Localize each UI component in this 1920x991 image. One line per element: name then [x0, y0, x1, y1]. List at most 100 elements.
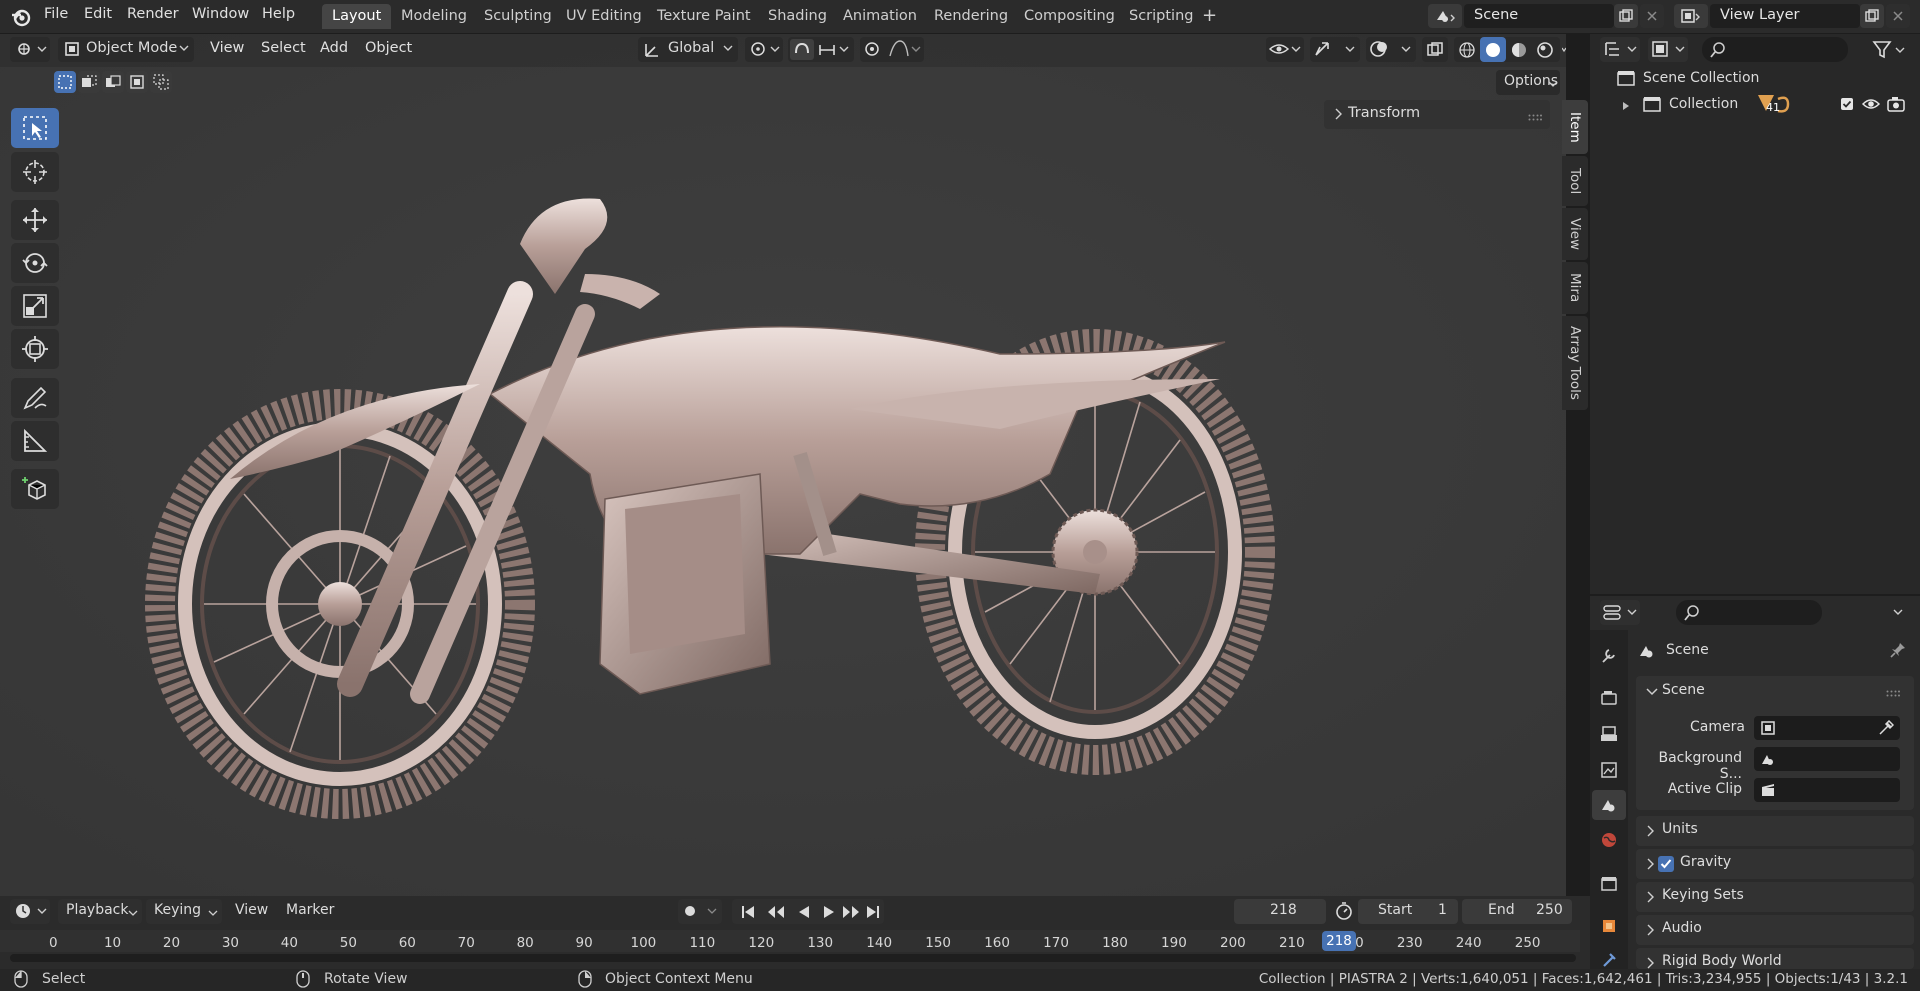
tab-rendering[interactable]: Rendering [924, 4, 1018, 29]
drag-handle-icon[interactable] [1886, 686, 1900, 702]
collection-label[interactable]: Collection [1669, 96, 1738, 112]
view-layer-field[interactable]: View Layer [1710, 4, 1860, 28]
exclude-checkbox-icon[interactable] [1840, 97, 1854, 115]
tab-array-tools[interactable]: Array Tools [1562, 316, 1588, 410]
add-workspace-button[interactable]: + [1202, 5, 1217, 26]
units-panel[interactable]: Units [1636, 816, 1914, 846]
playback-menu[interactable]: Playback [58, 899, 142, 924]
tab-scripting[interactable]: Scripting [1119, 4, 1203, 29]
stopwatch-icon[interactable] [1334, 901, 1354, 925]
delete-view-layer-icon[interactable] [1886, 4, 1910, 28]
collection-contents-icon[interactable]: 41 [1756, 93, 1796, 114]
timeline-scrollbar[interactable] [10, 954, 1576, 962]
timeline-editor-type-dropdown[interactable] [10, 899, 50, 924]
gravity-checkbox[interactable] [1658, 856, 1674, 876]
tab-layout[interactable]: Layout [322, 4, 392, 29]
select-extend-icon[interactable] [78, 71, 100, 93]
camera-render-icon[interactable] [1887, 96, 1905, 116]
playhead-frame-label[interactable]: 218 [1322, 931, 1356, 951]
tool-settings-icon[interactable] [1594, 642, 1624, 670]
active-clip-field[interactable] [1754, 778, 1900, 802]
start-frame-field[interactable]: Start 1 [1358, 899, 1458, 924]
play-reverse-icon[interactable] [790, 899, 818, 924]
scene-properties-icon[interactable] [1592, 790, 1626, 820]
chevron-down-icon[interactable] [1892, 606, 1904, 622]
tab-shading[interactable]: Shading [758, 4, 837, 29]
select-new-icon[interactable] [54, 71, 76, 93]
visibility-dropdown[interactable] [1266, 37, 1304, 62]
properties-editor-type-dropdown[interactable] [1600, 600, 1640, 625]
display-mode-dropdown[interactable] [1648, 37, 1688, 62]
output-properties-icon[interactable] [1594, 720, 1624, 748]
tab-sculpting[interactable]: Sculpting [474, 4, 562, 29]
blender-logo-icon[interactable] [10, 6, 32, 28]
transform-orientation-dropdown[interactable]: Global [638, 37, 738, 62]
select-subtract-icon[interactable] [102, 71, 124, 93]
snapping-controls[interactable] [788, 37, 854, 62]
jump-start-icon[interactable] [734, 899, 762, 924]
wireframe-shading-icon[interactable] [1454, 37, 1480, 62]
timeline-menu-view[interactable]: View [235, 902, 268, 918]
rotate-tool[interactable] [11, 243, 59, 283]
shading-popover-icon[interactable] [1561, 44, 1567, 60]
view-layer-icon[interactable] [1674, 4, 1708, 28]
filter-icon[interactable] [1872, 40, 1908, 64]
scene-name-field[interactable]: Scene [1464, 4, 1614, 28]
editor-type-dropdown[interactable] [10, 37, 50, 62]
overlays-dropdown[interactable] [1366, 37, 1416, 62]
outliner-search-input[interactable] [1702, 37, 1848, 62]
background-scene-field[interactable] [1754, 747, 1900, 771]
cursor-tool[interactable] [11, 152, 59, 192]
prev-keyframe-icon[interactable] [762, 899, 790, 924]
auto-keying-toggle[interactable] [678, 899, 722, 924]
eyedropper-icon[interactable] [1878, 719, 1895, 740]
select-intersect-icon[interactable] [150, 71, 172, 93]
viewport-menu-object[interactable]: Object [365, 40, 412, 56]
end-frame-field[interactable]: End 250 [1462, 899, 1572, 924]
expand-arrow-icon[interactable] [1622, 99, 1630, 115]
object-mode-dropdown[interactable]: Object Mode [58, 37, 194, 62]
gizmo-dropdown[interactable] [1310, 37, 1360, 62]
current-frame-field[interactable]: 218 [1234, 899, 1326, 924]
render-properties-icon[interactable] [1594, 684, 1624, 712]
select-invert-icon[interactable] [126, 71, 148, 93]
material-shading-icon[interactable] [1506, 37, 1532, 62]
tab-view[interactable]: View [1562, 208, 1588, 260]
rendered-shading-icon[interactable] [1532, 37, 1558, 62]
jump-end-icon[interactable] [862, 899, 884, 924]
tab-modeling[interactable]: Modeling [391, 4, 477, 29]
viewport-menu-select[interactable]: Select [261, 40, 306, 56]
menu-window[interactable]: Window [192, 6, 249, 22]
pin-icon[interactable] [1890, 642, 1906, 662]
outliner-editor-type-dropdown[interactable] [1600, 37, 1640, 62]
delete-scene-icon[interactable] [1640, 4, 1664, 28]
view-layer-properties-icon[interactable] [1594, 756, 1624, 784]
new-view-layer-icon[interactable] [1860, 4, 1884, 28]
menu-edit[interactable]: Edit [84, 6, 112, 22]
select-box-tool[interactable] [11, 108, 59, 148]
proportional-editing-controls[interactable] [860, 37, 924, 62]
3d-viewport[interactable] [0, 34, 1566, 896]
eye-icon[interactable] [1861, 97, 1881, 115]
collection-properties-icon[interactable] [1594, 870, 1624, 898]
timeline-menu-marker[interactable]: Marker [286, 902, 334, 918]
play-icon[interactable] [818, 899, 840, 924]
scene-panel-label[interactable]: Scene [1662, 682, 1705, 698]
properties-search-input[interactable] [1676, 600, 1822, 625]
tab-uv-editing[interactable]: UV Editing [556, 4, 652, 29]
keying-menu[interactable]: Keying [146, 899, 222, 924]
world-properties-icon[interactable] [1594, 826, 1624, 854]
menu-file[interactable]: File [44, 6, 68, 22]
scale-tool[interactable] [11, 286, 59, 326]
audio-panel[interactable]: Audio [1636, 915, 1914, 945]
chevron-down-icon[interactable] [1646, 686, 1658, 702]
solid-shading-icon[interactable] [1480, 37, 1506, 62]
add-cube-tool[interactable] [11, 469, 59, 509]
gravity-panel[interactable]: Gravity [1636, 849, 1914, 879]
tab-mira[interactable]: Mira [1562, 262, 1588, 314]
drag-handle-icon[interactable] [1528, 110, 1542, 126]
measure-tool[interactable] [11, 421, 59, 461]
modifier-properties-icon[interactable] [1594, 950, 1624, 970]
transform-tool[interactable] [11, 329, 59, 369]
viewport-menu-view[interactable]: View [210, 40, 244, 56]
